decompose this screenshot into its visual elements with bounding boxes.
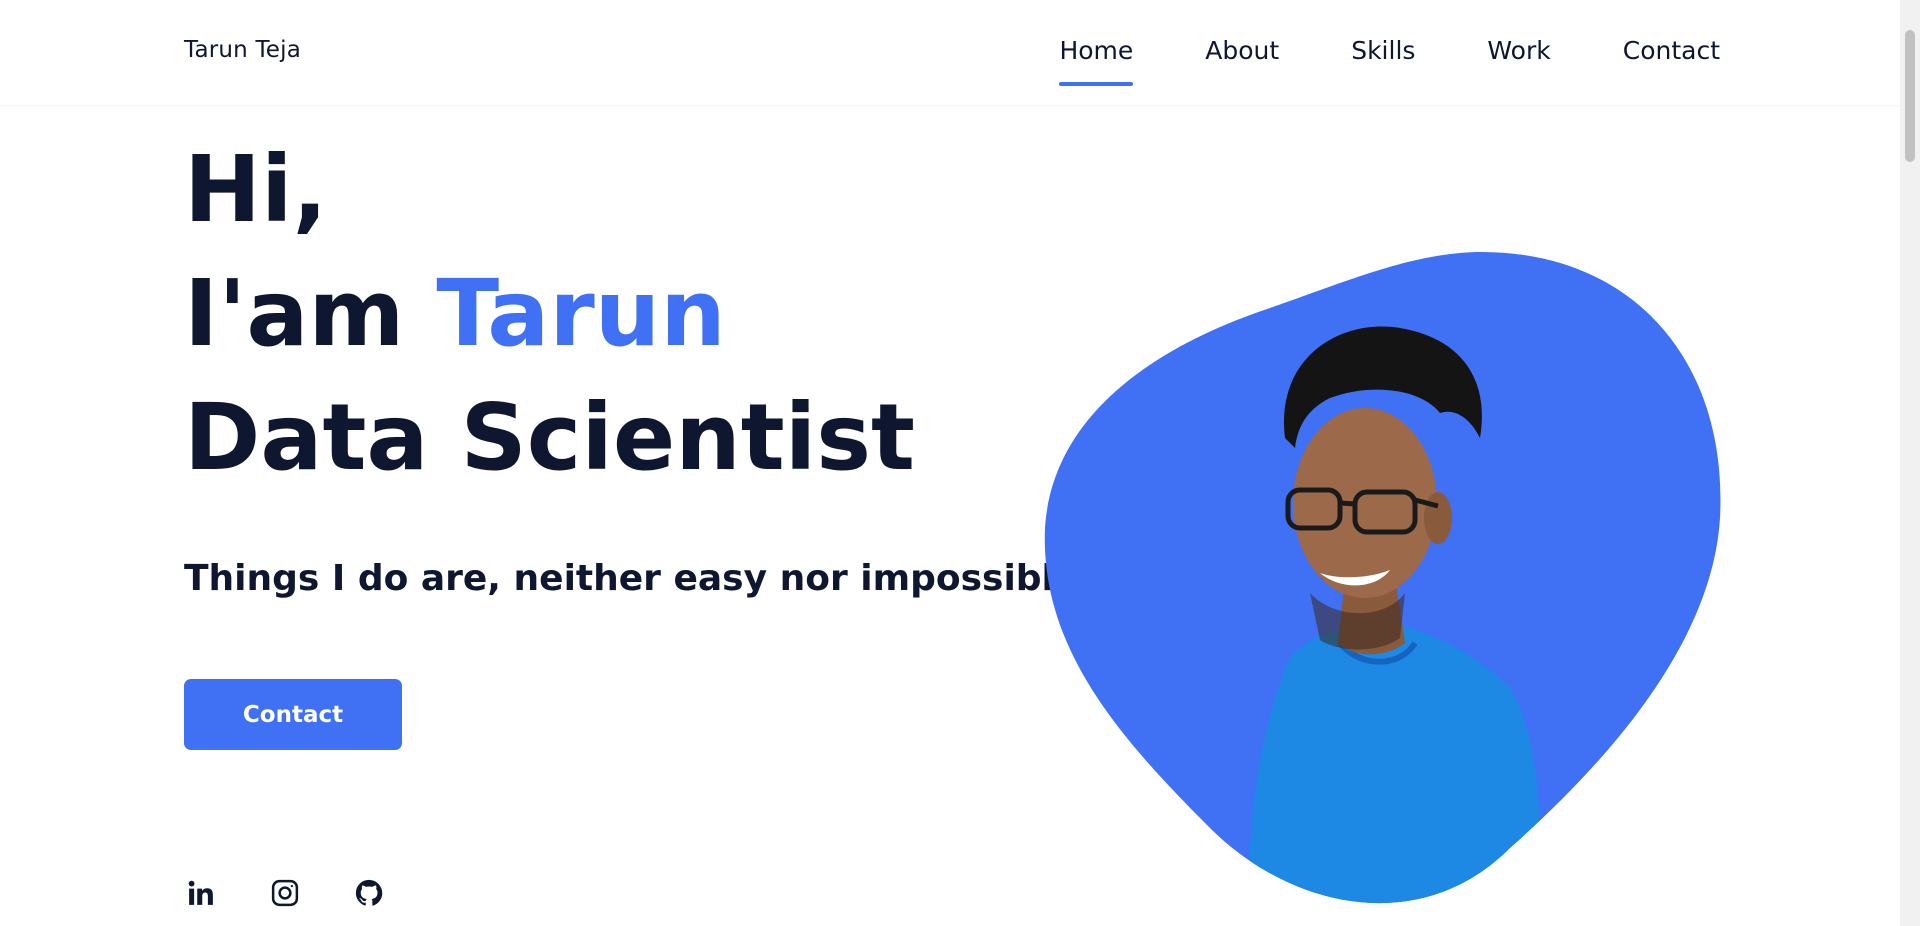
- scrollbar-thumb[interactable]: [1905, 30, 1915, 162]
- social-links: [184, 876, 436, 910]
- nav-about[interactable]: About: [1205, 0, 1279, 105]
- main-nav: Home About Skills Work Contact: [1059, 0, 1720, 105]
- linkedin-icon[interactable]: [184, 876, 218, 910]
- contact-button[interactable]: Contact: [184, 679, 402, 750]
- hero-greeting: Hi,: [184, 136, 328, 243]
- site-header: Tarun Teja Home About Skills Work Contac…: [0, 0, 1900, 105]
- nav-work[interactable]: Work: [1487, 0, 1550, 105]
- nav-skills[interactable]: Skills: [1351, 0, 1415, 105]
- hero-name: Tarun: [436, 260, 726, 367]
- instagram-icon[interactable]: [268, 876, 302, 910]
- hero-tagline: Things I do are, neither easy nor imposs…: [184, 558, 1079, 599]
- nav-contact[interactable]: Contact: [1623, 0, 1720, 105]
- hero-portrait: [1040, 248, 1730, 910]
- page-scrollbar[interactable]: [1900, 0, 1920, 926]
- hero-role: Data Scientist: [184, 384, 916, 491]
- github-icon[interactable]: [352, 876, 386, 910]
- hero-title: Hi, I'am Tarun Data Scientist: [184, 128, 915, 500]
- hero-intro: I'am Tarun: [184, 252, 915, 376]
- brand-logo[interactable]: Tarun Teja: [184, 37, 301, 63]
- hero-intro-prefix: I'am: [184, 260, 405, 367]
- nav-home[interactable]: Home: [1059, 0, 1133, 105]
